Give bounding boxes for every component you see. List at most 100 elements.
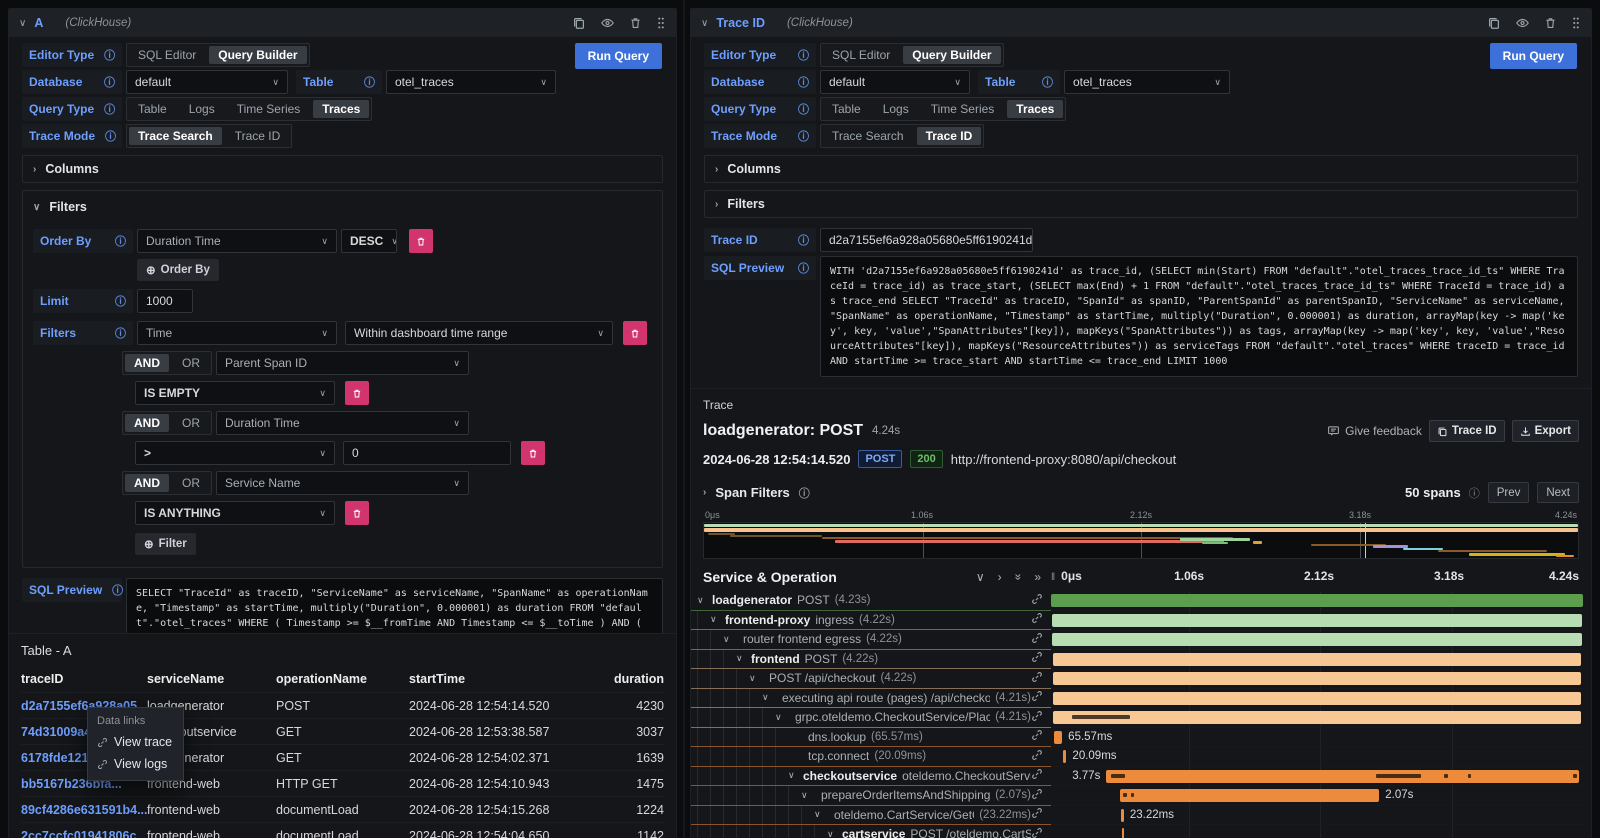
view-trace-link[interactable]: View trace bbox=[97, 735, 174, 749]
info-icon[interactable]: ⓘ bbox=[788, 232, 809, 248]
expand-one-icon[interactable]: › bbox=[998, 570, 1002, 584]
hide-response-eye-icon[interactable] bbox=[1515, 16, 1530, 30]
run-query-button[interactable]: Run Query bbox=[575, 43, 662, 69]
filter-operator-select[interactable]: IS ANYTHING∨ bbox=[135, 501, 335, 525]
span-bar[interactable] bbox=[1063, 750, 1066, 763]
filter-field-select[interactable]: Duration Time∨ bbox=[216, 411, 469, 435]
or-option[interactable]: OR bbox=[171, 412, 211, 434]
or-option[interactable]: OR bbox=[171, 352, 211, 374]
columns-section-toggle[interactable]: ›Columns bbox=[705, 156, 1577, 182]
info-icon[interactable]: ⓘ bbox=[105, 293, 126, 309]
span-bar[interactable] bbox=[1120, 789, 1380, 802]
expander-chevron-icon[interactable]: ∨ bbox=[775, 712, 790, 723]
column-header-duration[interactable]: duration bbox=[605, 672, 664, 686]
span-name-cell[interactable]: ∨executing api route (pages) /api/checko… bbox=[691, 689, 1051, 709]
span-bar[interactable] bbox=[1121, 809, 1124, 822]
query-type-table[interactable]: Table bbox=[821, 98, 872, 120]
info-icon[interactable]: ⓘ bbox=[105, 325, 126, 341]
query-type-logs[interactable]: Logs bbox=[872, 98, 920, 120]
span-name-cell[interactable]: dns.lookup(65.57ms) bbox=[691, 728, 1051, 748]
span-row[interactable]: ∨executing api route (pages) /api/checko… bbox=[691, 689, 1591, 709]
delete-query-icon[interactable] bbox=[629, 16, 642, 30]
span-name-cell[interactable]: ∨frontendPOST(4.22s) bbox=[691, 650, 1051, 670]
table-select[interactable]: otel_traces∨ bbox=[386, 70, 556, 94]
span-name-cell[interactable]: ∨oteldemo.CartService/GetCart(23.22ms) bbox=[691, 806, 1051, 826]
filter-operator-select[interactable]: Within dashboard time range∨ bbox=[345, 321, 613, 345]
span-link-icon[interactable] bbox=[1031, 632, 1051, 647]
order-by-direction-select[interactable]: DESC∨ bbox=[341, 229, 397, 253]
remove-filter-button[interactable] bbox=[345, 381, 369, 405]
duplicate-query-icon[interactable] bbox=[1487, 16, 1501, 30]
expand-all-icon[interactable]: » bbox=[1034, 570, 1041, 584]
span-timeline-cell[interactable]: 20.09ms bbox=[1051, 747, 1583, 767]
span-timeline-cell[interactable]: 23.22ms bbox=[1051, 806, 1583, 826]
span-timeline-cell[interactable] bbox=[1051, 669, 1583, 689]
info-icon[interactable]: ⓘ bbox=[354, 74, 375, 90]
filter-operator-select[interactable]: >∨ bbox=[135, 441, 335, 465]
drag-handle-icon[interactable] bbox=[1571, 16, 1581, 30]
trace-id-copy-button[interactable]: Trace ID bbox=[1429, 420, 1505, 442]
info-icon[interactable]: ⓘ bbox=[1032, 74, 1053, 90]
info-icon[interactable]: ⓘ bbox=[94, 74, 115, 90]
expander-chevron-icon[interactable]: ∨ bbox=[723, 634, 738, 645]
filters-section-toggle[interactable]: ∨Filters bbox=[23, 191, 662, 217]
expander-chevron-icon[interactable]: ∨ bbox=[736, 653, 751, 664]
span-row[interactable]: ∨grpc.oteldemo.CheckoutService/PlaceOrde… bbox=[691, 708, 1591, 728]
span-name-cell[interactable]: ∨checkoutserviceoteldemo.CheckoutService… bbox=[691, 767, 1051, 787]
filters-section-toggle[interactable]: ›Filters bbox=[705, 191, 1577, 217]
column-header-traceid[interactable]: traceID bbox=[21, 672, 147, 686]
span-name-cell[interactable]: ∨POST /api/checkout(4.22s) bbox=[691, 669, 1051, 689]
or-option[interactable]: OR bbox=[171, 472, 211, 494]
span-row[interactable]: ∨POST /api/checkout(4.22s) bbox=[691, 669, 1591, 689]
span-link-icon[interactable] bbox=[1031, 768, 1051, 783]
collapse-query-icon[interactable]: ∨ bbox=[701, 18, 708, 29]
span-bar[interactable] bbox=[1051, 594, 1583, 607]
add-order-by-button[interactable]: ⊕Order By bbox=[137, 259, 219, 281]
span-filters-toggle[interactable]: › Span Filters ⓘ bbox=[703, 485, 810, 501]
info-icon[interactable]: ⓘ bbox=[799, 485, 810, 501]
hide-response-eye-icon[interactable] bbox=[600, 16, 615, 30]
limit-input[interactable]: 1000 bbox=[137, 289, 193, 313]
remove-filter-button[interactable] bbox=[521, 441, 545, 465]
span-bar[interactable] bbox=[1053, 653, 1582, 666]
remove-filter-button[interactable] bbox=[623, 321, 647, 345]
and-option[interactable]: AND bbox=[125, 354, 169, 372]
and-option[interactable]: AND bbox=[125, 414, 169, 432]
span-timeline-cell[interactable] bbox=[1051, 630, 1583, 650]
info-icon[interactable]: ⓘ bbox=[94, 47, 115, 63]
filter-operator-select[interactable]: IS EMPTY∨ bbox=[135, 381, 335, 405]
query-builder-option[interactable]: Query Builder bbox=[209, 46, 306, 64]
filter-field-select[interactable]: Time∨ bbox=[137, 321, 337, 345]
span-row[interactable]: ∨loadgeneratorPOST(4.23s) bbox=[691, 591, 1591, 611]
trace-minimap[interactable] bbox=[703, 522, 1579, 559]
expander-chevron-icon[interactable]: ∨ bbox=[749, 673, 764, 684]
span-link-icon[interactable] bbox=[1031, 788, 1051, 803]
expander-chevron-icon[interactable]: ∨ bbox=[697, 595, 712, 606]
drag-handle-icon[interactable] bbox=[656, 16, 666, 30]
trace-id-link[interactable]: 89cf4286e631591b4... bbox=[21, 803, 147, 817]
filter-field-select[interactable]: Parent Span ID∨ bbox=[216, 351, 469, 375]
duplicate-query-icon[interactable] bbox=[572, 16, 586, 30]
and-option[interactable]: AND bbox=[125, 474, 169, 492]
span-link-icon[interactable] bbox=[1031, 690, 1051, 705]
span-link-icon[interactable] bbox=[1031, 807, 1051, 822]
run-query-button[interactable]: Run Query bbox=[1490, 43, 1577, 69]
span-bar[interactable] bbox=[1054, 731, 1063, 744]
query-type-traces[interactable]: Traces bbox=[1007, 100, 1063, 118]
trace-mode-id[interactable]: Trace ID bbox=[224, 125, 292, 147]
span-row[interactable]: ∨prepareOrderItemsAndShippingQuoteFromCa… bbox=[691, 786, 1591, 806]
expander-chevron-icon[interactable]: ∨ bbox=[762, 692, 777, 703]
query-type-timeseries[interactable]: Time Series bbox=[920, 98, 1006, 120]
expander-chevron-icon[interactable]: ∨ bbox=[788, 770, 803, 781]
columns-section-toggle[interactable]: ›Columns bbox=[23, 156, 662, 182]
expander-chevron-icon[interactable]: ∨ bbox=[827, 829, 842, 838]
trace-id-input[interactable]: d2a7155ef6a928a05680e5ff6190241d bbox=[820, 228, 1033, 252]
span-timeline-cell[interactable] bbox=[1051, 689, 1583, 709]
info-icon[interactable]: ⓘ bbox=[95, 128, 116, 144]
filter-value-input[interactable]: 0 bbox=[343, 441, 511, 465]
span-bar[interactable] bbox=[1053, 711, 1580, 724]
span-name-cell[interactable]: ∨cartservicePOST /oteldemo.CartService/G… bbox=[691, 825, 1051, 838]
span-timeline-cell[interactable] bbox=[1051, 825, 1583, 838]
remove-order-by-button[interactable] bbox=[409, 229, 433, 253]
span-name-cell[interactable]: ∨prepareOrderItemsAndShippingQuoteFromCa… bbox=[691, 786, 1051, 806]
